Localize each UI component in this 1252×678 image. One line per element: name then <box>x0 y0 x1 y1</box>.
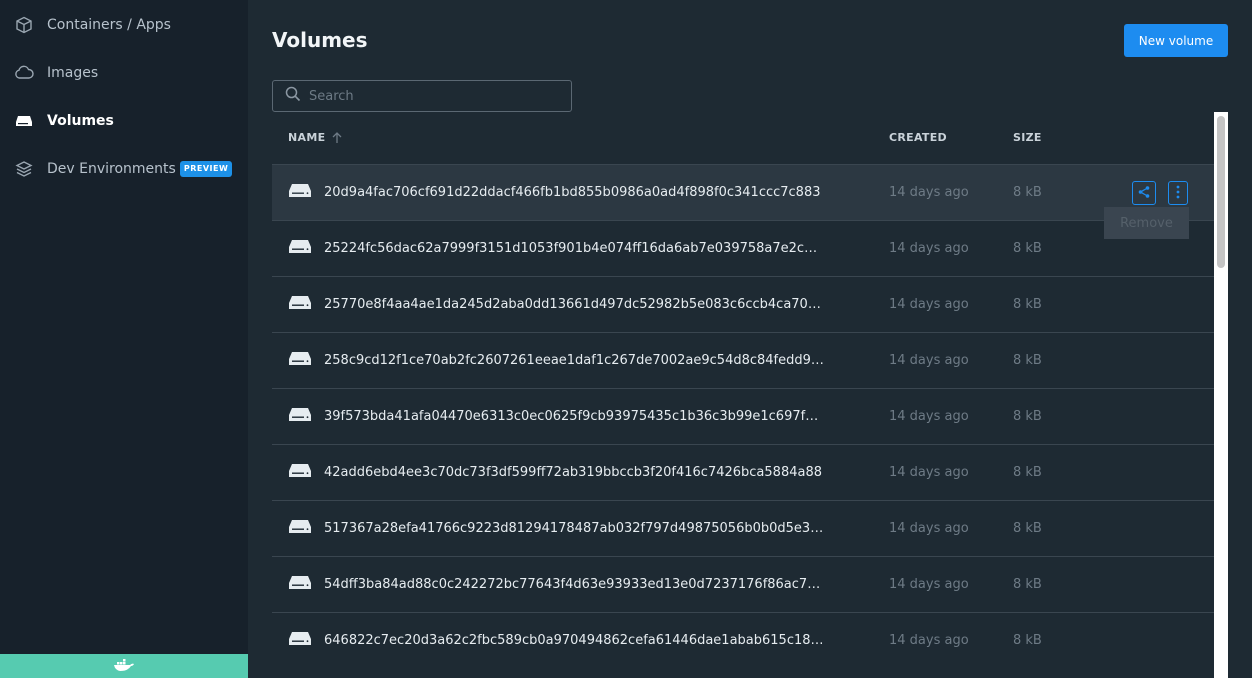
new-volume-button[interactable]: New volume <box>1124 24 1228 57</box>
table-row[interactable]: 25224fc56dac62a7999f3151d1053f901b4e074f… <box>272 220 1214 276</box>
table-row[interactable]: 25770e8f4aa4ae1da245d2aba0dd13661d497dc5… <box>272 276 1214 332</box>
volume-name: 258c9cd12f1ce70ab2fc2607261eeae1daf1c267… <box>324 353 824 368</box>
hard-drive-icon <box>288 350 312 370</box>
volume-size: 8 kB <box>1013 185 1042 200</box>
volume-created: 14 days ago <box>889 185 969 200</box>
volume-name: 646822c7ec20d3a62c2fbc589cb0a970494862ce… <box>324 633 824 648</box>
table-row[interactable]: 258c9cd12f1ce70ab2fc2607261eeae1daf1c267… <box>272 332 1214 388</box>
sidebar-item-containers-apps[interactable]: Containers / Apps <box>0 5 248 45</box>
volume-name: 517367a28efa41766c9223d81294178487ab032f… <box>324 521 824 536</box>
sidebar-item-label: Images <box>47 65 99 81</box>
hard-drive-icon <box>288 518 312 538</box>
cloud-icon <box>14 63 34 83</box>
volume-size: 8 kB <box>1013 465 1042 480</box>
volume-name: 39f573bda41afa04470e6313c0ec0625f9cb9397… <box>324 409 824 424</box>
remove-tooltip: Remove <box>1104 207 1189 239</box>
cube-icon <box>14 15 34 35</box>
volume-created: 14 days ago <box>889 633 969 648</box>
main-content: Volumes New volume NAME CREATED SIZE 20d… <box>248 0 1252 678</box>
volumes-table: 20d9a4fac706cf691d22ddacf466fb1bd855b098… <box>272 164 1214 668</box>
scrollbar-thumb[interactable] <box>1217 116 1225 268</box>
hard-drive-icon <box>288 238 312 258</box>
table-row[interactable]: 20d9a4fac706cf691d22ddacf466fb1bd855b098… <box>272 164 1214 239</box>
volume-size: 8 kB <box>1013 577 1042 592</box>
search-icon <box>285 86 301 106</box>
volume-size: 8 kB <box>1013 521 1042 536</box>
sidebar-item-dev-environments[interactable]: Dev Environments PREVIEW <box>0 149 248 189</box>
table-row[interactable]: 39f573bda41afa04470e6313c0ec0625f9cb9397… <box>272 388 1214 444</box>
more-vertical-icon <box>1176 184 1180 203</box>
volume-name: 25224fc56dac62a7999f3151d1053f901b4e074f… <box>324 241 824 256</box>
column-header-name[interactable]: NAME <box>288 131 342 144</box>
search-box[interactable] <box>272 80 572 112</box>
table-row[interactable]: 54dff3ba84ad88c0c242272bc77643f4d63e9393… <box>272 556 1214 612</box>
table-row[interactable]: 42add6ebd4ee3c70dc73f3df599ff72ab319bbcc… <box>272 444 1214 500</box>
volume-created: 14 days ago <box>889 465 969 480</box>
volume-size: 8 kB <box>1013 353 1042 368</box>
volume-created: 14 days ago <box>889 521 969 536</box>
hard-drive-icon <box>288 630 312 650</box>
volume-created: 14 days ago <box>889 577 969 592</box>
more-options-button[interactable] <box>1168 181 1188 205</box>
volume-created: 14 days ago <box>889 241 969 256</box>
hard-drive-icon <box>288 294 312 314</box>
sidebar: Containers / Apps Images Volumes Dev Env… <box>0 0 248 678</box>
volume-name: 20d9a4fac706cf691d22ddacf466fb1bd855b098… <box>324 185 821 200</box>
volume-size: 8 kB <box>1013 409 1042 424</box>
docker-whale-icon <box>113 657 135 676</box>
table-row[interactable]: 517367a28efa41766c9223d81294178487ab032f… <box>272 500 1214 556</box>
hard-drive-icon <box>288 406 312 426</box>
column-header-size[interactable]: SIZE <box>1013 131 1042 144</box>
search-input[interactable] <box>309 88 549 104</box>
volume-size: 8 kB <box>1013 297 1042 312</box>
volume-created: 14 days ago <box>889 297 969 312</box>
volume-size: 8 kB <box>1013 241 1042 256</box>
share-button[interactable] <box>1132 181 1156 205</box>
dev-env-icon <box>14 159 34 179</box>
sidebar-item-label: Containers / Apps <box>47 17 171 33</box>
scrollbar[interactable] <box>1214 112 1228 678</box>
hard-drive-icon <box>14 111 34 131</box>
volume-name: 54dff3ba84ad88c0c242272bc77643f4d63e9393… <box>324 577 824 592</box>
volume-created: 14 days ago <box>889 409 969 424</box>
arrow-up-icon <box>332 131 342 144</box>
page-title: Volumes <box>272 28 368 52</box>
sidebar-item-label: Volumes <box>47 113 114 129</box>
share-icon <box>1137 184 1151 203</box>
column-header-created[interactable]: CREATED <box>889 131 947 144</box>
hard-drive-icon <box>288 462 312 482</box>
volume-size: 8 kB <box>1013 633 1042 648</box>
sidebar-item-volumes[interactable]: Volumes <box>0 101 248 141</box>
hard-drive-icon <box>288 182 312 202</box>
table-header: NAME CREATED SIZE <box>272 112 1214 164</box>
hard-drive-icon <box>288 574 312 594</box>
sidebar-item-images[interactable]: Images <box>0 53 248 93</box>
status-bar[interactable] <box>0 654 248 678</box>
volume-name: 42add6ebd4ee3c70dc73f3df599ff72ab319bbcc… <box>324 465 822 480</box>
volume-name: 25770e8f4aa4ae1da245d2aba0dd13661d497dc5… <box>324 297 824 312</box>
preview-badge: PREVIEW <box>179 161 233 177</box>
sidebar-item-label: Dev Environments <box>47 161 176 177</box>
table-row[interactable]: 646822c7ec20d3a62c2fbc589cb0a970494862ce… <box>272 612 1214 668</box>
volume-created: 14 days ago <box>889 353 969 368</box>
